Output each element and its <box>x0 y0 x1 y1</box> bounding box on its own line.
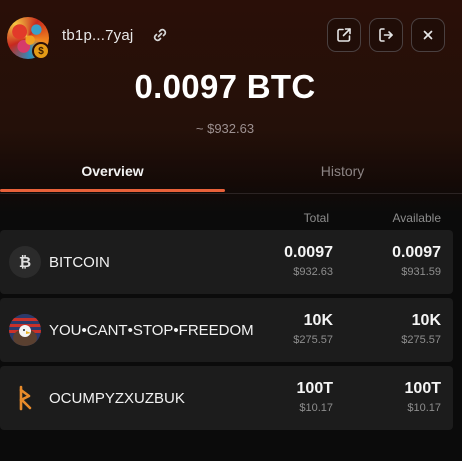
asset-available-amount: 0.0097 <box>392 244 441 261</box>
asset-available-fiat: $931.59 <box>401 266 441 278</box>
column-header-available: Available <box>392 211 441 225</box>
rune-icon <box>9 382 41 414</box>
bitcoin-icon: ₿ <box>9 246 41 278</box>
asset-row-ocumpyzxuzbuk[interactable]: OCUMPYZXUZBUK 100T $10.17 100T $10.17 <box>0 366 453 430</box>
logout-button[interactable] <box>369 18 403 52</box>
asset-total-amount: 100T <box>296 380 333 397</box>
open-external-button[interactable] <box>327 18 361 52</box>
external-link-icon <box>337 28 351 42</box>
balance-fiat-value: ~ $932.63 <box>195 121 255 136</box>
asset-name: OCUMPYZXUZBUK <box>49 390 185 407</box>
active-tab-indicator <box>0 189 225 192</box>
asset-row-bitcoin[interactable]: ₿ BITCOIN 0.0097 $932.63 0.0097 $931.59 <box>0 230 453 294</box>
asset-available-amount: 10K <box>411 312 441 329</box>
eagle-flag-icon <box>9 314 41 346</box>
tab-bar: Overview History <box>0 150 462 194</box>
asset-available-fiat: $10.17 <box>407 402 441 414</box>
asset-total-amount: 0.0097 <box>284 244 333 261</box>
column-header-total: Total <box>303 211 329 225</box>
tab-overview[interactable]: Overview <box>0 150 225 192</box>
asset-available-amount: 100T <box>404 380 441 397</box>
wallet-panel: $ tb1p...7yaj 0.0097 BTC ~ $932.63 Overv… <box>0 0 462 461</box>
close-icon <box>423 30 433 40</box>
asset-total-fiat: $932.63 <box>293 266 333 278</box>
balance-amount: 0.0097 BTC <box>134 68 316 105</box>
tab-history[interactable]: History <box>230 150 455 192</box>
asset-row-freedom[interactable]: YOU•CANT•STOP•FREEDOM 10K $275.57 10K $2… <box>0 298 453 362</box>
wallet-address: tb1p...7yaj <box>62 27 134 44</box>
logout-icon <box>379 28 393 42</box>
asset-name: YOU•CANT•STOP•FREEDOM <box>49 322 254 339</box>
asset-available-fiat: $275.57 <box>401 334 441 346</box>
asset-name: BITCOIN <box>49 254 110 271</box>
asset-total-fiat: $275.57 <box>293 334 333 346</box>
asset-total-fiat: $10.17 <box>299 402 333 414</box>
close-button[interactable] <box>411 18 445 52</box>
avatar-badge: $ <box>32 42 50 60</box>
asset-total-amount: 10K <box>303 312 333 329</box>
link-icon[interactable] <box>150 25 170 45</box>
